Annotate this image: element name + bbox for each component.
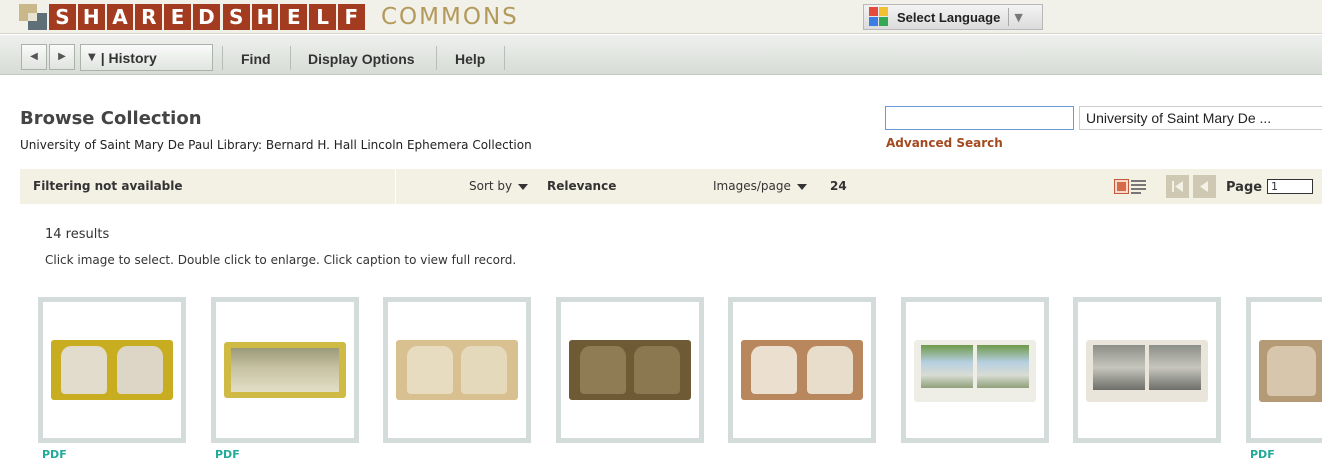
- result-thumbnail[interactable]: [1246, 297, 1322, 443]
- stereoview-image: [914, 340, 1036, 402]
- stereoview-image: [1259, 340, 1322, 402]
- result-thumbnail[interactable]: [1073, 297, 1221, 443]
- stereoview-image: [396, 340, 518, 400]
- logo-letter: R: [135, 4, 163, 30]
- previous-page-icon: [1200, 181, 1208, 192]
- pdf-link[interactable]: PDF: [1250, 448, 1275, 461]
- filter-cell: Filtering not available: [20, 169, 396, 204]
- history-dropdown[interactable]: ▼ | History: [80, 44, 213, 71]
- chevron-down-icon: ▼: [1014, 10, 1023, 24]
- pdf-link[interactable]: PDF: [215, 448, 240, 461]
- back-button[interactable]: ◀: [21, 44, 47, 70]
- logo-commons-text: COMMONS: [381, 4, 519, 30]
- divider: [222, 46, 223, 70]
- logo-letter: E: [164, 4, 191, 30]
- chevron-down-icon: [518, 183, 529, 190]
- result-thumbnail[interactable]: [211, 297, 359, 443]
- logo-letter: S: [49, 4, 76, 30]
- filter-status: Filtering not available: [33, 179, 183, 193]
- sort-by-label: Sort by: [469, 179, 513, 193]
- filter-sort-bar: Filtering not available Sort by Relevanc…: [20, 169, 1322, 204]
- logo-wordmark: S H A R E D S H E L F: [49, 4, 367, 30]
- logo-letter: A: [106, 4, 134, 30]
- dropdown-triangle-icon: ▼: [88, 52, 96, 63]
- logo-letter: H: [251, 4, 279, 30]
- result-thumbnail[interactable]: [901, 297, 1049, 443]
- select-language-label: Select Language: [897, 9, 1001, 25]
- logo-letter: F: [337, 4, 365, 30]
- collection-scope-select[interactable]: University of Saint Mary De ...: [1079, 106, 1322, 130]
- divider: [436, 46, 437, 70]
- help-menu[interactable]: Help: [455, 44, 485, 74]
- stereoview-image: [569, 340, 691, 400]
- stereoview-image: [224, 342, 346, 398]
- forward-button[interactable]: ▶: [49, 44, 75, 70]
- sharedshelf-logo-icon: [19, 4, 47, 30]
- result-thumbnail[interactable]: [38, 297, 186, 443]
- images-per-page-dropdown[interactable]: Images/page: [713, 169, 807, 204]
- chevron-down-icon: [796, 183, 807, 190]
- previous-page-button[interactable]: [1193, 175, 1216, 198]
- result-count: 14 results: [45, 227, 110, 242]
- stereoview-image: [1086, 340, 1208, 402]
- logo-letter: E: [280, 4, 308, 30]
- first-page-icon: [1172, 181, 1183, 192]
- stereoview-image: [741, 340, 863, 400]
- search-input[interactable]: [885, 106, 1074, 130]
- top-banner: S H A R E D S H E L F COMMONS Select Lan…: [0, 0, 1322, 34]
- logo-letter: S: [222, 4, 250, 30]
- first-page-button[interactable]: [1166, 175, 1189, 198]
- sort-by-dropdown[interactable]: Sort by: [469, 169, 529, 204]
- pdf-link[interactable]: PDF: [42, 448, 67, 461]
- collection-name: University of Saint Mary De Paul Library…: [20, 138, 532, 152]
- sort-value: Relevance: [547, 179, 617, 193]
- result-thumbnail[interactable]: [728, 297, 876, 443]
- logo-letter: H: [77, 4, 105, 30]
- logo-letter: D: [192, 4, 220, 30]
- instructions-text: Click image to select. Double click to e…: [45, 253, 517, 267]
- display-options-menu[interactable]: Display Options: [308, 44, 415, 74]
- stereoview-image: [51, 340, 173, 400]
- google-translate-icon: [869, 7, 889, 27]
- divider: [290, 46, 291, 70]
- advanced-search-link[interactable]: Advanced Search: [886, 136, 1003, 150]
- main-toolbar: ◀ ▶ ▼ | History Find Display Options Hel…: [0, 35, 1322, 75]
- back-arrow-icon: ◀: [30, 51, 38, 62]
- logo-letter: L: [309, 4, 336, 30]
- divider: [504, 46, 505, 70]
- select-language-dropdown[interactable]: Select Language ▼: [863, 4, 1043, 30]
- view-toggle-icon[interactable]: [1114, 179, 1146, 194]
- result-thumbnail[interactable]: [383, 297, 531, 443]
- find-menu[interactable]: Find: [241, 44, 271, 74]
- images-per-page-label: Images/page: [713, 179, 791, 193]
- images-per-page-value: 24: [830, 179, 847, 193]
- page-title: Browse Collection: [20, 108, 202, 129]
- divider: [1008, 8, 1010, 26]
- result-thumbnail[interactable]: [556, 297, 704, 443]
- forward-arrow-icon: ▶: [58, 51, 66, 62]
- page-number-input[interactable]: 1: [1267, 179, 1313, 194]
- page-label: Page: [1226, 180, 1263, 195]
- history-label: | History: [100, 49, 157, 66]
